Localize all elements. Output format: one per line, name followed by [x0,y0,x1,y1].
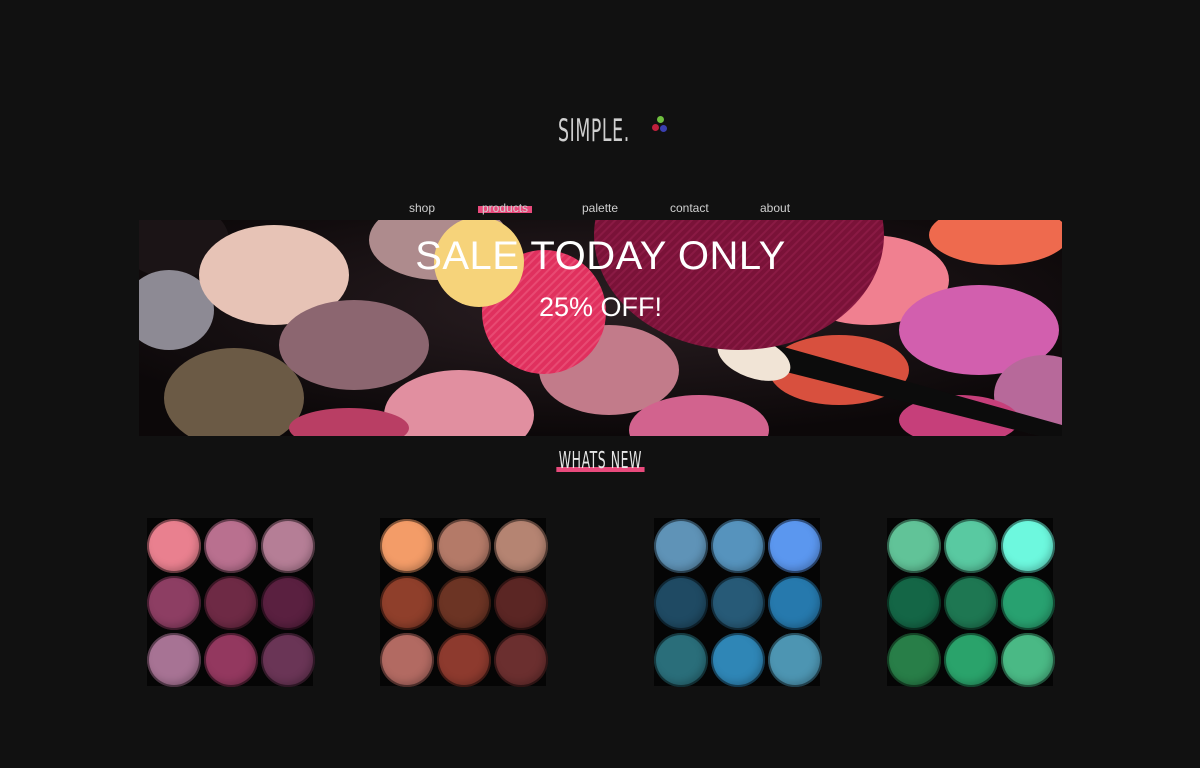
nav-item-products[interactable]: products [477,200,533,216]
palette-swatch [654,519,708,573]
palette-swatch [711,519,765,573]
palette-swatch [494,576,548,630]
palette-product-browns[interactable] [380,518,548,687]
palette-swatch [711,576,765,630]
palette-swatch [768,633,822,687]
palette-swatch [380,519,434,573]
main-nav: shop products palette contact about [0,200,1200,218]
logo-dots-icon [650,116,670,134]
site-logo[interactable]: SIMPLE. [558,112,698,150]
nav-item-shop[interactable]: shop [409,200,435,216]
palette-swatch [261,519,315,573]
palette-swatch [494,519,548,573]
palette-swatch [654,633,708,687]
palette-swatch [261,633,315,687]
palette-swatch [147,576,201,630]
nav-item-about[interactable]: about [760,200,790,216]
palette-swatch [711,633,765,687]
palette-swatch [204,519,258,573]
palette-swatch [380,576,434,630]
palette-swatch [494,633,548,687]
palette-swatch [1001,633,1055,687]
page: SIMPLE. shop products palette contact ab… [0,0,1200,768]
palette-swatch [768,519,822,573]
palette-swatch [204,576,258,630]
nav-item-palette[interactable]: palette [582,200,618,216]
palette-swatch [437,519,491,573]
palette-swatch [944,576,998,630]
palette-swatch [1001,576,1055,630]
nav-item-contact[interactable]: contact [670,200,709,216]
banner-title: SALE TODAY ONLY [415,234,786,278]
section-heading: WHATS NEW [0,448,1200,474]
banner-subtitle: 25% OFF! [538,292,663,322]
whats-new-heading: WHATS NEW [555,448,644,474]
logo-text: SIMPLE. [558,113,630,149]
palette-swatch [944,633,998,687]
palette-swatch [1001,519,1055,573]
palette-swatch [887,576,941,630]
palette-swatch [147,633,201,687]
palette-swatch [147,519,201,573]
palette-swatch [654,576,708,630]
palette-product-blues[interactable] [654,518,822,687]
palette-swatch [768,576,822,630]
palette-product-pinks[interactable] [147,518,315,687]
palette-swatch [380,633,434,687]
palette-swatch [261,576,315,630]
palette-swatch [437,576,491,630]
sale-banner[interactable]: SALE TODAY ONLY 25% OFF! [139,220,1062,436]
palette-swatch [887,633,941,687]
palette-swatch [204,633,258,687]
palette-swatch [437,633,491,687]
palette-swatch [944,519,998,573]
palette-product-greens[interactable] [887,518,1055,687]
palette-swatch [887,519,941,573]
